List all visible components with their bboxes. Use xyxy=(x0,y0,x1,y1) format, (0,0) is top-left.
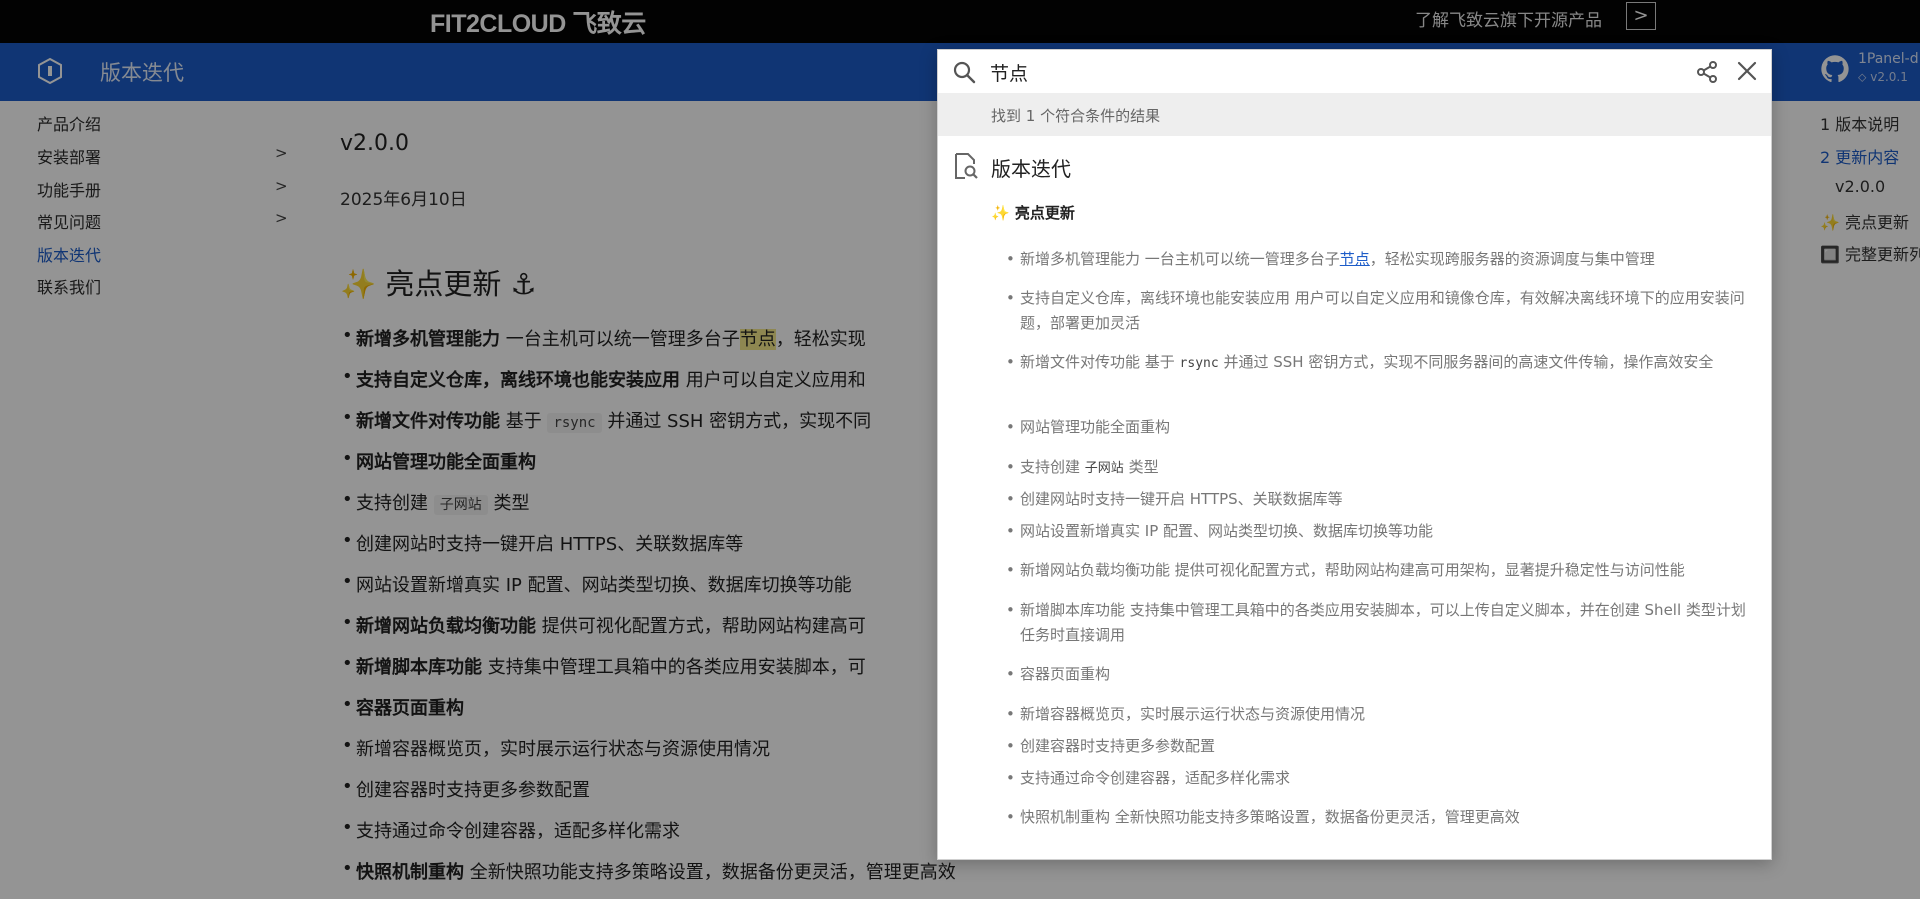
search-result-item[interactable]: 新增多机管理能力 一台主机可以统一管理多台子节点，轻松实现跨服务器的资源调度与集… xyxy=(1006,247,1750,272)
result-section-title[interactable]: ✨ 亮点更新 xyxy=(991,202,1075,223)
result-text: 类型 xyxy=(1123,458,1159,476)
search-result-item[interactable]: 创建网站时支持一键开启 HTTPS、关联数据库等 xyxy=(1006,487,1750,512)
close-icon[interactable] xyxy=(1735,59,1759,83)
result-count-bar: 找到 1 个符合条件的结果 xyxy=(938,93,1771,136)
search-result-item[interactable]: 新增网站负载均衡功能 提供可视化配置方式，帮助网站构建高可用架构，显著提升稳定性… xyxy=(1006,558,1750,583)
search-result-item[interactable]: 支持自定义仓库，离线环境也能安装应用 用户可以自定义应用和镜像仓库，有效解决离线… xyxy=(1006,286,1750,336)
search-modal: 找到 1 个符合条件的结果 版本迭代 ✨ 亮点更新 新增多机管理能力 一台主机可… xyxy=(937,49,1772,860)
inline-code: rsync xyxy=(1179,356,1219,371)
result-group-title[interactable]: 版本迭代 xyxy=(991,153,1071,182)
search-result-item[interactable]: 创建容器时支持更多参数配置 xyxy=(1006,734,1750,759)
search-result-item[interactable]: 容器页面重构 xyxy=(1006,662,1750,687)
result-text: 新增文件对传功能 基于 xyxy=(1020,353,1180,371)
search-result-item[interactable]: 新增容器概览页，实时展示运行状态与资源使用情况 xyxy=(1006,702,1750,727)
result-text: 支持创建 xyxy=(1020,458,1085,476)
result-count: 找到 1 个符合条件的结果 xyxy=(991,107,1161,125)
search-result-item[interactable]: 快照机制重构 全新快照功能支持多策略设置，数据备份更灵活，管理更高效 xyxy=(1006,805,1750,830)
search-icon xyxy=(953,61,976,84)
search-result-item[interactable]: 网站管理功能全面重构 xyxy=(1006,415,1750,440)
search-bar xyxy=(938,50,1771,93)
result-text: 新增多机管理能力 一台主机可以统一管理多台子 xyxy=(1020,250,1340,268)
result-match: 节点 xyxy=(1339,250,1370,268)
result-text: 并通过 SSH 密钥方式，实现不同服务器间的高速文件传输，操作高效安全 xyxy=(1218,353,1714,371)
search-result-item[interactable]: 新增脚本库功能 支持集中管理工具箱中的各类应用安装脚本，可以上传自定义脚本，并在… xyxy=(1006,598,1750,648)
document-search-icon xyxy=(955,153,978,179)
result-text: ，轻松实现跨服务器的资源调度与集中管理 xyxy=(1369,250,1655,268)
inline-code: 子网站 xyxy=(1084,461,1124,476)
search-result-item[interactable]: 网站设置新增真实 IP 配置、网站类型切换、数据库切换等功能 xyxy=(1006,519,1750,544)
search-result-item[interactable]: 支持创建 子网站 类型 xyxy=(1006,455,1750,481)
search-input[interactable] xyxy=(990,57,1650,87)
search-result-item[interactable]: 支持通过命令创建容器，适配多样化需求 xyxy=(1006,766,1750,791)
share-icon[interactable] xyxy=(1695,60,1719,84)
search-result-item[interactable]: 新增文件对传功能 基于 rsync 并通过 SSH 密钥方式，实现不同服务器间的… xyxy=(1006,350,1750,376)
